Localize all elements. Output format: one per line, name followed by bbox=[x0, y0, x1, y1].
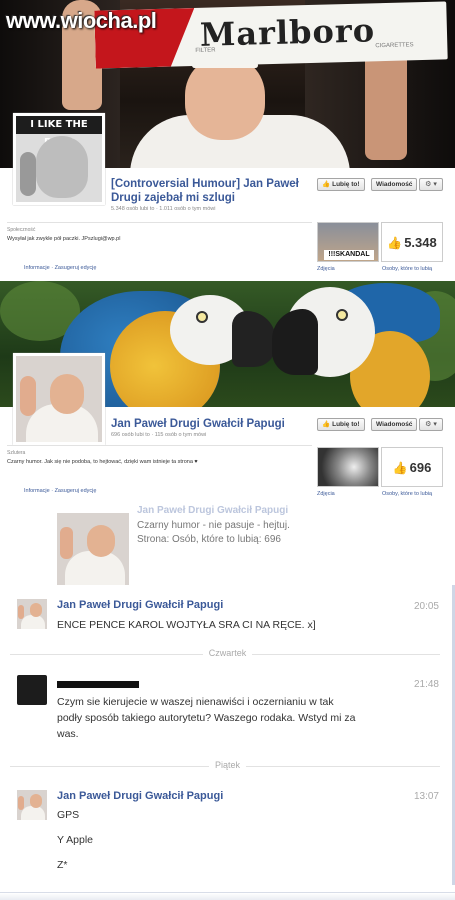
profile-face bbox=[36, 136, 88, 198]
message-thread: Jan Paweł Drugi Gwałcił Papugi Czarny hu… bbox=[0, 505, 455, 900]
avatar-face bbox=[30, 603, 42, 617]
message-text: was. bbox=[57, 728, 79, 740]
info-links[interactable]: Informacje · Zasugeruj edycję bbox=[24, 488, 96, 494]
info-links[interactable]: Informacje · Zasugeruj edycję bbox=[24, 265, 96, 271]
message-button[interactable]: Wiadomość bbox=[371, 178, 418, 191]
about-text: Czarny humor. Jak się nie podoba, to hej… bbox=[7, 459, 198, 465]
redacted-sender bbox=[57, 681, 139, 688]
likes-box[interactable]: 👍 5.348 bbox=[381, 222, 443, 262]
marlboro-filter-text: FILTER bbox=[195, 47, 216, 54]
date-divider-text: Czwartek bbox=[202, 648, 253, 658]
like-button[interactable]: 👍 Lubię to! bbox=[317, 178, 365, 191]
profile-picture[interactable]: I LIKE THE POPE bbox=[13, 113, 105, 205]
avatar[interactable] bbox=[17, 790, 47, 820]
marlboro-cigarettes-text: CIGARETTES bbox=[375, 42, 414, 50]
profile-picture[interactable] bbox=[13, 353, 105, 445]
gear-icon[interactable]: ⚙ ▾ bbox=[419, 178, 443, 191]
like-button-label: Lubię to! bbox=[332, 181, 360, 188]
skandal-text: !!!SKANDAL bbox=[324, 250, 374, 260]
page-meta: 696 osób lubi to · 115 osób o tym mówi bbox=[111, 432, 207, 438]
profile-hand bbox=[20, 376, 36, 416]
page-title[interactable]: [Controversial Humour] Jan Paweł Drugi z… bbox=[111, 177, 311, 205]
shared-face bbox=[87, 525, 115, 557]
date-divider-text: Piątek bbox=[208, 760, 246, 770]
message-time: 20:05 bbox=[413, 601, 439, 612]
message-time: 21:48 bbox=[413, 679, 439, 690]
message-text: Z* bbox=[57, 859, 68, 871]
message-button-label: Wiadomość bbox=[376, 421, 413, 428]
screenshot-root: Marlboro FILTER CIGARETTES www.wiocha.pl… bbox=[0, 0, 455, 900]
shared-page-image[interactable] bbox=[57, 513, 129, 585]
parrot-eye bbox=[196, 311, 208, 323]
photos-caption[interactable]: Zdjęcia bbox=[317, 266, 335, 272]
marlboro-brand: Marlboro bbox=[199, 11, 376, 54]
shared-robe bbox=[65, 551, 125, 585]
photo-thumbnail[interactable]: !!!SKANDAL bbox=[317, 222, 379, 262]
date-divider-label: Czwartek bbox=[0, 648, 455, 658]
avatar-robe bbox=[21, 806, 45, 820]
category-label: Szlutera bbox=[7, 450, 26, 456]
like-button-label: Lubię to! bbox=[332, 421, 360, 428]
gear-icon[interactable]: ⚙ ▾ bbox=[419, 418, 443, 431]
likes-count: 5.348 bbox=[404, 235, 437, 250]
like-button[interactable]: 👍 Lubię to! bbox=[317, 418, 365, 431]
parrot-left-beak bbox=[232, 311, 276, 367]
shared-hand bbox=[60, 527, 73, 559]
avatar-hand bbox=[18, 605, 24, 619]
likes-count: 696 bbox=[409, 460, 432, 475]
category-label: Społeczność bbox=[7, 227, 36, 233]
likes-caption[interactable]: Osoby, które to lubią bbox=[382, 491, 432, 497]
thumb-up-icon: 👍 bbox=[322, 181, 331, 188]
shared-page-likes: Strona: Osób, które to lubią: 696 bbox=[137, 534, 281, 545]
message-text: GPS bbox=[57, 809, 80, 821]
photos-caption[interactable]: Zdjęcia bbox=[317, 491, 335, 497]
message-text: podły sposób takiego autorytetu? Waszego… bbox=[57, 712, 356, 724]
message-time: 13:07 bbox=[413, 791, 439, 802]
avatar-robe bbox=[21, 615, 45, 629]
fb-page-gwalcil-papugi: Jan Paweł Drugi Gwałcił Papugi 696 osób … bbox=[0, 281, 455, 503]
likes-box[interactable]: 👍 696 bbox=[381, 447, 443, 487]
profile-face bbox=[50, 374, 84, 414]
fb-page-controversial-humour: Marlboro FILTER CIGARETTES www.wiocha.pl… bbox=[0, 0, 455, 280]
thumb-up-icon: 👍 bbox=[322, 421, 331, 428]
page-title[interactable]: Jan Paweł Drugi Gwałcił Papugi bbox=[111, 418, 285, 430]
message-button[interactable]: Wiadomość bbox=[371, 418, 418, 431]
message-text: ENCE PENCE KAROL WOJTYŁA SRA CI NA RĘCE.… bbox=[57, 619, 316, 631]
shared-page-title[interactable]: Jan Paweł Drugi Gwałcił Papugi bbox=[137, 505, 288, 516]
date-divider-label: Piątek bbox=[0, 760, 455, 770]
message-sender[interactable]: Jan Paweł Drugi Gwałcił Papugi bbox=[57, 599, 223, 611]
thumb-up-icon: 👍 bbox=[387, 236, 403, 250]
thumb-up-icon: 👍 bbox=[392, 461, 408, 475]
page-meta: 5.348 osób lubi to · 1.011 osób o tym mó… bbox=[111, 206, 216, 212]
chat-bottom-bar bbox=[0, 892, 455, 900]
message-text: Czym sie kierujecie w waszej nienawiści … bbox=[57, 696, 334, 708]
about-text: Wysyłał jak zwykle pół paczki. JPszlugi@… bbox=[7, 236, 121, 242]
profile-header-text: I LIKE THE POPE bbox=[16, 116, 102, 148]
avatar-face bbox=[30, 794, 42, 808]
parrot-eye bbox=[336, 309, 348, 321]
shared-page-desc: Czarny humor - nie pasuje - hejtuj. bbox=[137, 520, 290, 531]
avatar[interactable] bbox=[17, 599, 47, 629]
watermark: www.wiocha.pl bbox=[6, 8, 157, 33]
message-text: Y Apple bbox=[57, 834, 94, 846]
avatar[interactable] bbox=[17, 675, 47, 705]
avatar-hand bbox=[18, 796, 24, 810]
likes-caption[interactable]: Osoby, które to lubią bbox=[382, 266, 432, 272]
parrot-right-beak bbox=[272, 309, 318, 375]
message-sender[interactable]: Jan Paweł Drugi Gwałcił Papugi bbox=[57, 790, 223, 802]
message-button-label: Wiadomość bbox=[376, 181, 413, 188]
photo-thumbnail[interactable] bbox=[317, 447, 379, 487]
profile-hand bbox=[20, 152, 36, 196]
